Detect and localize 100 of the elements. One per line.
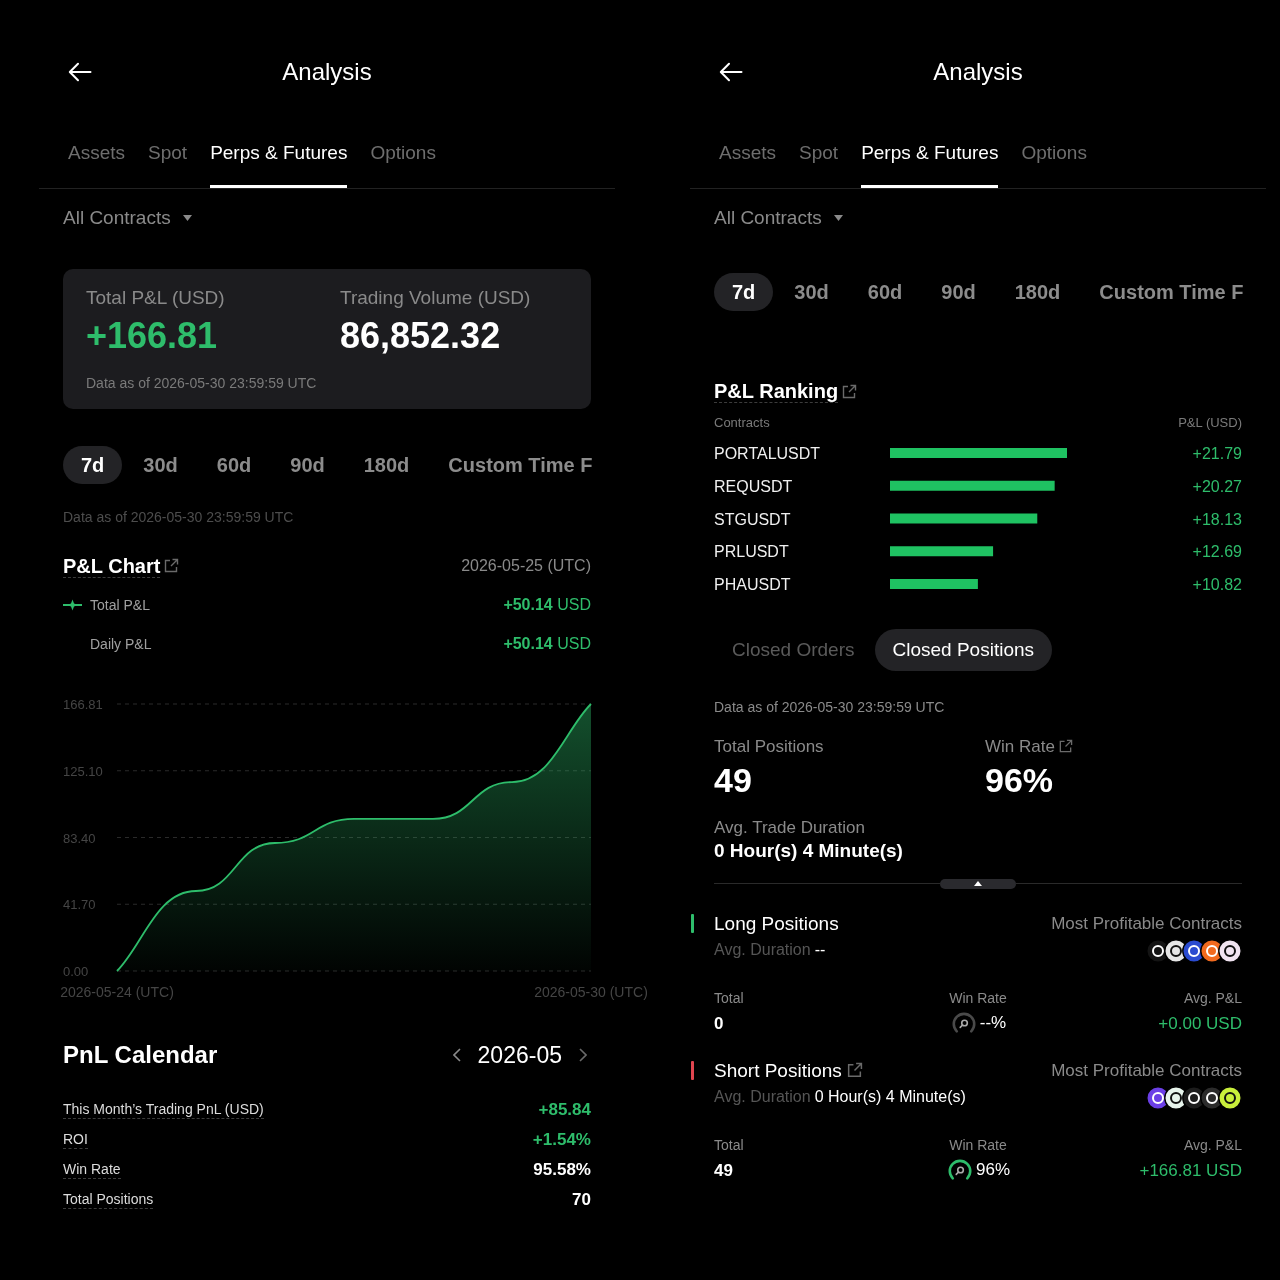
- stat-label: Avg. P&L: [1183, 1135, 1242, 1154]
- stat-label: This Month’s Trading PnL (USD): [63, 1101, 264, 1119]
- stat-value: 0: [714, 1012, 724, 1035]
- position-side-title: Long Positions: [714, 912, 839, 935]
- y-axis-label: 0.00: [63, 964, 89, 979]
- external-link-icon[interactable]: [163, 558, 180, 574]
- tab[interactable]: Spot: [799, 130, 839, 188]
- external-link-icon[interactable]: [845, 1062, 863, 1080]
- caret-up-icon: [974, 881, 982, 887]
- metric-value: 86,852.32: [340, 315, 501, 357]
- tab[interactable]: Options: [370, 130, 436, 188]
- contract-name: PRLUSDT: [714, 543, 789, 561]
- stat-label: Total: [714, 988, 744, 1007]
- metric-value: 96%: [985, 759, 1054, 800]
- data-timestamp: Data as of 2026-05-30 23:59:59 UTC: [63, 509, 295, 526]
- duration-value: 0 Hour(s) 4 Minute(s): [814, 1086, 966, 1107]
- tab[interactable]: Spot: [148, 130, 188, 188]
- back-arrow-icon: [68, 62, 92, 82]
- stat-label: Win Rate: [949, 1135, 1007, 1154]
- column-header: P&L (USD): [1178, 415, 1242, 431]
- pnl-value: +18.13: [1192, 510, 1242, 528]
- selected-date: 2026-05-25 (UTC): [461, 557, 591, 575]
- legend-value: +50.14 USD: [503, 635, 591, 653]
- tab[interactable]: Perps & Futures: [861, 130, 999, 188]
- stat-label: Avg. P&L: [1183, 988, 1242, 1007]
- stat-value: +0.00 USD: [1158, 1012, 1242, 1035]
- metric-value: 49: [714, 759, 752, 800]
- stat-value: 70: [572, 1190, 591, 1210]
- pnl-value: +12.69: [1192, 543, 1242, 561]
- period-chip[interactable]: Custom Time F: [1081, 273, 1244, 311]
- stat-value: +1.54%: [532, 1130, 591, 1150]
- tab[interactable]: Options: [1021, 130, 1087, 188]
- back-button[interactable]: [68, 62, 92, 82]
- calendar-title: PnL Calendar: [63, 1041, 218, 1069]
- contract-name: REQUSDT: [714, 477, 793, 495]
- x-axis-label: 2026-05-24 (UTC): [60, 984, 174, 1000]
- external-link-icon[interactable]: [841, 383, 858, 400]
- duration-label: Avg. Duration: [714, 939, 811, 960]
- stat-label: Total: [714, 1135, 744, 1154]
- legend-label: Daily P&L: [90, 636, 152, 652]
- y-axis-label: 125.10: [63, 763, 103, 779]
- period-chip[interactable]: 180d: [345, 446, 428, 484]
- collapse-handle[interactable]: [940, 878, 1016, 889]
- contract-filter-dropdown[interactable]: All Contracts: [714, 200, 843, 236]
- pnl-value: +20.27: [1192, 477, 1242, 495]
- chart-title: P&L Chart: [63, 554, 161, 578]
- external-link-icon[interactable]: [1057, 739, 1073, 755]
- period-chip[interactable]: 30d: [125, 446, 196, 484]
- back-button[interactable]: [719, 62, 743, 82]
- view-toggle[interactable]: Closed Positions: [874, 628, 1053, 671]
- chevron-left-icon: [452, 1048, 461, 1062]
- position-side-title: Short Positions: [714, 1059, 842, 1082]
- metric-label: Total Positions: [714, 736, 824, 757]
- metric-value: +166.81: [86, 315, 218, 357]
- chevron-right-icon: [579, 1048, 587, 1062]
- contracts-label: Most Profitable Contracts: [1051, 912, 1242, 935]
- stat-value: 49: [714, 1159, 733, 1182]
- period-chip[interactable]: 90d: [923, 273, 994, 311]
- next-month-button[interactable]: [579, 1048, 587, 1062]
- contract-name: STGUSDT: [714, 510, 791, 528]
- stat-label: ROI: [63, 1131, 88, 1149]
- pnl-value: +21.79: [1192, 445, 1242, 462]
- legend-label: Total P&L: [90, 597, 150, 613]
- duration-label: Avg. Duration: [714, 1086, 811, 1107]
- period-chip[interactable]: 30d: [776, 273, 847, 311]
- period-chip[interactable]: Custom Time F: [430, 446, 593, 484]
- duration-label: Avg. Trade Duration: [714, 817, 865, 838]
- period-chip[interactable]: 90d: [272, 446, 343, 484]
- ranking-title: P&L Ranking: [714, 380, 839, 403]
- contracts-label: Most Profitable Contracts: [1051, 1059, 1242, 1082]
- caret-down-icon: [833, 215, 843, 221]
- tab[interactable]: Assets: [68, 130, 126, 188]
- contract-filter-dropdown[interactable]: All Contracts: [63, 200, 192, 236]
- metric-label: Total P&L (USD): [86, 287, 225, 309]
- metric-label: Trading Volume (USD): [340, 287, 531, 309]
- metric-label: Win Rate: [985, 736, 1055, 757]
- month-label: 2026-05: [477, 1041, 562, 1069]
- contract-name: PHAUSDT: [714, 576, 791, 593]
- column-header: Contracts: [714, 415, 770, 431]
- stat-value: +85.84: [538, 1100, 591, 1120]
- duration-value: --: [814, 939, 826, 960]
- duration-value: 0 Hour(s) 4 Minute(s): [714, 839, 903, 862]
- period-chip[interactable]: 180d: [996, 273, 1079, 311]
- y-axis-label: 83.40: [63, 830, 96, 846]
- tab[interactable]: Assets: [719, 130, 777, 188]
- pnl-value: +10.82: [1192, 576, 1242, 593]
- period-chip[interactable]: 7d: [63, 446, 123, 484]
- y-axis-label: 41.70: [63, 897, 96, 913]
- period-chip[interactable]: 60d: [198, 446, 270, 484]
- stat-value: --%: [979, 1011, 1007, 1034]
- x-axis-label: 2026-05-30 (UTC): [534, 984, 648, 1000]
- data-timestamp: Data as of 2026-05-30 23:59:59 UTC: [714, 698, 945, 716]
- previous-month-button[interactable]: [452, 1048, 461, 1062]
- tab[interactable]: Perps & Futures: [210, 130, 348, 188]
- caret-down-icon: [182, 215, 192, 221]
- period-chip[interactable]: 7d: [714, 273, 774, 311]
- stat-label: Total Positions: [63, 1191, 154, 1209]
- stat-label: Win Rate: [63, 1161, 121, 1179]
- data-timestamp: Data as of 2026-05-30 23:59:59 UTC: [86, 375, 317, 392]
- period-chip[interactable]: 60d: [849, 273, 921, 311]
